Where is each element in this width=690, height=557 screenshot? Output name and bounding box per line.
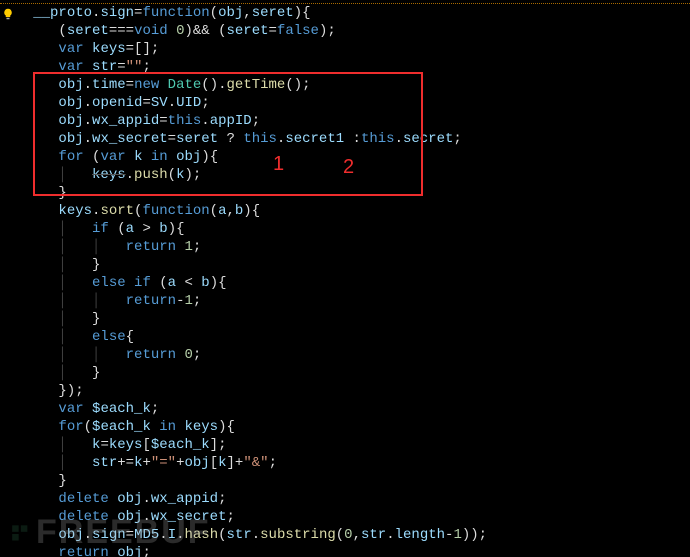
code-line: } [0, 472, 690, 490]
code-line: │ else{ [0, 328, 690, 346]
watermark-logo: FREEBUF [10, 521, 211, 547]
code-line: for($each_k in keys){ [0, 418, 690, 436]
code-line: │ str+=k+"="+obj[k]+"&"; [0, 454, 690, 472]
highlight-box [33, 72, 423, 196]
code-line: │ } [0, 310, 690, 328]
code-line: keys.sort(function(a,b){ [0, 202, 690, 220]
code-line: (seret===void 0)&& (seret=false); [0, 22, 690, 40]
code-line: │ k=keys[$each_k]; [0, 436, 690, 454]
code-line: │ } [0, 256, 690, 274]
annotation-mark-1: 1 [273, 155, 284, 173]
code-line: var $each_k; [0, 400, 690, 418]
code-line: }); [0, 382, 690, 400]
code-line: delete obj.wx_appid; [0, 490, 690, 508]
code-line: var keys=[]; [0, 40, 690, 58]
code-line: │ │ return 0; [0, 346, 690, 364]
code-line: __proto.sign=function(obj,seret){ [0, 4, 690, 22]
code-line: │ if (a > b){ [0, 220, 690, 238]
code-line: │ │ return 1; [0, 238, 690, 256]
code-line: │ } [0, 364, 690, 382]
code-line: │ else if (a < b){ [0, 274, 690, 292]
code-line: │ │ return-1; [0, 292, 690, 310]
annotation-mark-2: 2 [343, 158, 354, 176]
